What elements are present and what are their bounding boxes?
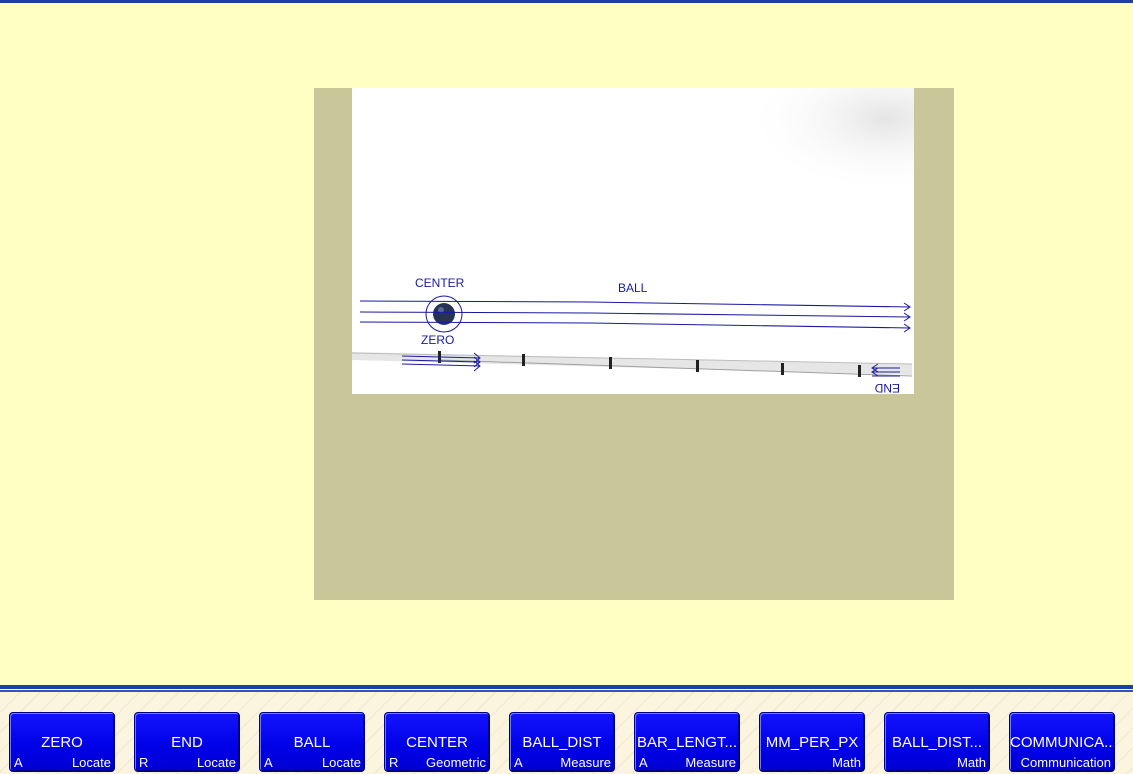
ball-label: BALL: [618, 281, 648, 295]
tool-type: Locate: [321, 755, 361, 770]
tool-mode: A: [264, 755, 273, 770]
tool-button-mm-per-px[interactable]: MM_PER_PX Math: [759, 712, 865, 772]
tool-name: BALL: [293, 734, 331, 751]
tool-name: MM_PER_PX: [765, 734, 859, 751]
inspection-overlay: CENTER BALL ZERO END: [352, 88, 914, 394]
tool-type: Communication: [1020, 755, 1111, 770]
tool-button-ball-dist[interactable]: BALL_DIST A Measure: [509, 712, 615, 772]
tool-name: BALL_DIST...: [891, 734, 983, 751]
tool-button-ball-dist-math[interactable]: BALL_DIST... Math: [884, 712, 990, 772]
tool-button-zero[interactable]: ZERO A Locate: [9, 712, 115, 772]
tool-name: BAR_LENGT...: [636, 734, 738, 751]
tool-mode: R: [389, 755, 399, 770]
tool-type: Geometric: [426, 755, 486, 770]
tool-name: ZERO: [41, 734, 83, 751]
camera-image[interactable]: CENTER BALL ZERO END: [352, 88, 914, 394]
tool-button-communication[interactable]: COMMUNICA... Communication: [1009, 712, 1115, 772]
tool-type: Locate: [71, 755, 111, 770]
bar-mark: [609, 357, 612, 369]
tool-name: COMMUNICA...: [1010, 734, 1114, 751]
end-label: END: [874, 381, 900, 394]
lighting-shade: [352, 88, 914, 394]
tool-mode: A: [514, 755, 523, 770]
tool-type: Measure: [685, 755, 736, 770]
center-label: CENTER: [415, 276, 465, 290]
bar-mark: [696, 360, 699, 372]
tool-name: BALL_DIST: [522, 734, 602, 751]
tool-mode: A: [14, 755, 23, 770]
tool-mode: R: [139, 755, 149, 770]
tool-button-end[interactable]: END R Locate: [134, 712, 240, 772]
ball: [433, 303, 455, 325]
tool-type: Math: [957, 755, 986, 770]
tool-type: Locate: [196, 755, 236, 770]
tool-button-center[interactable]: CENTER R Geometric: [384, 712, 490, 772]
tool-name: END: [171, 734, 203, 751]
bar-mark: [781, 363, 784, 375]
tool-type: Measure: [560, 755, 611, 770]
tool-mode: A: [639, 755, 648, 770]
bar-mark: [522, 354, 525, 366]
zero-label: ZERO: [421, 333, 454, 347]
bar-mark: [858, 365, 861, 377]
top-divider: [0, 0, 1133, 3]
toolbar-divider: [0, 685, 1133, 689]
tool-type: Math: [832, 755, 861, 770]
tool-button-bar-length[interactable]: BAR_LENGT... A Measure: [634, 712, 740, 772]
tool-button-ball[interactable]: BALL A Locate: [259, 712, 365, 772]
tool-name: CENTER: [406, 734, 468, 751]
tool-toolbar: ZERO A Locate END R Locate BALL A Locate…: [0, 692, 1133, 774]
